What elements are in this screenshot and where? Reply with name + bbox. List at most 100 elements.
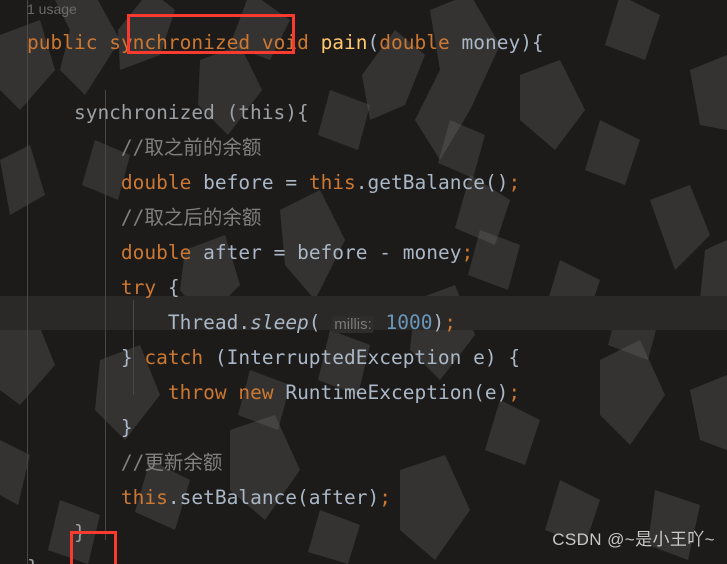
code-token: Thread [167,311,239,334]
code-token: catch [144,346,204,369]
code-token: millis: [332,316,374,333]
code-token: e [484,381,497,404]
code-token: before [203,171,274,194]
code-token: sleep [250,311,309,334]
code-token: 1 usage [27,1,77,17]
code-token: RuntimeException [285,381,474,404]
code-line[interactable]: } [0,410,727,445]
code-token: ; [508,381,521,404]
code-line[interactable]: throw new RuntimeException(e); [0,375,727,410]
code-token: () [484,171,509,194]
code-line[interactable]: } catch (InterruptedException e) { [0,340,727,375]
code-token: ; [379,486,391,509]
code-token: ( [308,311,321,334]
code-token: pain [320,31,368,54]
code-token: = [285,171,298,194]
code-token: money [461,31,521,54]
code-token: . [355,171,368,194]
code-line[interactable]: //更新余额 [0,445,727,480]
code-token: this [120,486,168,509]
code-token: = [273,241,286,264]
code-line[interactable] [0,60,727,95]
code-line[interactable]: this.setBalance(after); [0,480,727,515]
code-token: double [120,171,192,194]
code-token: setBalance [179,486,298,509]
code-token: 1000 [385,311,433,334]
code-token: //取之后的余额 [27,206,262,229]
code-line[interactable]: public synchronized void pain(double mon… [0,25,727,60]
code-token: ( [297,486,309,509]
code-token: throw [167,381,227,404]
code-line[interactable]: //取之前的余额 [0,130,727,165]
code-token: try [120,276,157,299]
code-token: . [238,311,251,334]
code-text-layer[interactable]: 1 usage public synchronized void pain(dou… [0,0,727,564]
code-token: - [379,241,392,264]
code-token: ; [508,171,521,194]
code-editor-screenshot: 1 usage public synchronized void pain(dou… [0,0,727,564]
code-token: } [27,416,133,439]
code-token: after [203,241,262,264]
annotation-box-synchronized [127,14,295,54]
code-line[interactable]: double after = before - money; [0,235,727,270]
code-line[interactable]: synchronized (this){ [0,95,727,130]
code-token: { [156,276,180,299]
csdn-watermark: CSDN @~是小王吖~ [552,530,715,549]
code-token: InterruptedException [226,346,462,369]
code-token: . [167,486,180,509]
code-line[interactable]: //取之后的余额 [0,200,727,235]
code-token: new [238,381,274,404]
code-token: after [308,486,368,509]
code-token: money [402,241,462,264]
code-token: this [308,171,356,194]
code-token: //取之前的余额 [27,136,262,159]
code-token: ( [367,31,380,54]
code-line[interactable]: double before = this.getBalance(); [0,165,727,200]
code-line[interactable]: try { [0,270,727,305]
code-token: ( [203,346,227,369]
code-token: ) [432,311,445,334]
code-token: } [27,556,39,564]
code-token: double [379,31,450,54]
code-token: ; [461,241,474,264]
code-token: ) [496,381,509,404]
code-token: ){ [520,31,544,54]
code-token: before [297,241,368,264]
code-token: double [120,241,192,264]
code-token: ) { [484,346,521,369]
code-token: getBalance [367,171,485,194]
code-line[interactable]: 1 usage [0,0,727,25]
code-token: e [473,346,485,369]
code-token: //更新余额 [27,451,223,474]
annotation-box-closing-brace [70,531,117,564]
code-token: } [27,346,145,369]
code-token: ; [444,311,457,334]
code-token: ) [367,486,380,509]
code-token: ( [473,381,485,404]
code-token: synchronized (this){ [27,101,309,124]
code-line[interactable]: Thread.sleep( millis: 1000); [0,305,727,340]
code-token: public [27,31,98,54]
